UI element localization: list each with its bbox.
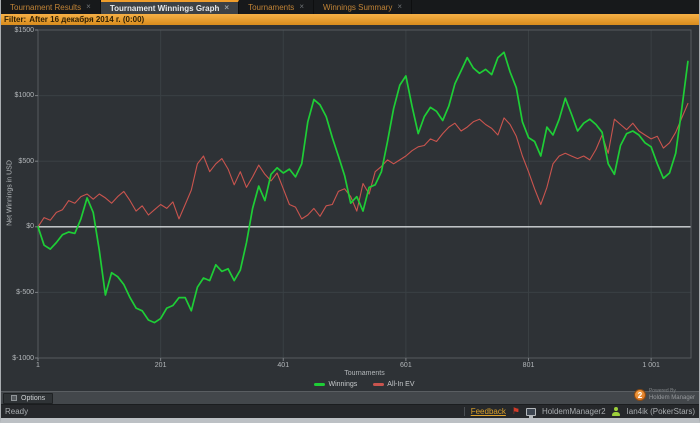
options-bar: Options 2 Powered By Holdem Manager — [1, 388, 699, 404]
filter-label: Filter: — [4, 15, 27, 24]
tab-bar: Tournament Results × Tournament Winnings G… — [1, 0, 699, 14]
person-icon — [612, 407, 621, 416]
status-separator — [463, 407, 465, 416]
tab-close-icon[interactable]: × — [86, 3, 91, 11]
y-tick-label: $-1000 — [12, 354, 34, 362]
tab-close-icon[interactable]: × — [397, 3, 402, 11]
x-tick-label: 401 — [277, 362, 290, 369]
tab-label: Tournament Results — [10, 2, 82, 12]
options-button-label: Options — [21, 394, 46, 402]
tab-label: Winnings Summary — [322, 2, 393, 12]
account-name: Ian4ik (PokerStars) — [626, 407, 695, 416]
legend-item: Winnings — [314, 381, 357, 388]
legend-item: All-In EV — [373, 381, 415, 388]
powered-by-logo: 2 Powered By Holdem Manager — [633, 388, 695, 402]
feedback-link[interactable]: Feedback — [471, 407, 506, 416]
legend-swatch — [373, 383, 385, 386]
status-bar: Ready Feedback ⚑ HoldemManager2 Ian4ik (… — [1, 404, 699, 418]
filter-bar[interactable]: Filter: After 16 декабря 2014 г. (0:00) — [1, 14, 699, 25]
tab-tournament-results[interactable]: Tournament Results × — [1, 0, 101, 14]
y-tick-label: $1000 — [14, 92, 34, 100]
y-tick-label: $500 — [18, 157, 34, 165]
flag-icon: ⚑ — [511, 406, 520, 416]
tab-close-icon[interactable]: × — [224, 4, 229, 12]
legend-swatch — [314, 383, 326, 386]
chart-panel: Net Winnings in USD Tournaments Winnings… — [1, 25, 699, 391]
hm2-badge-icon: 2 — [633, 389, 646, 402]
status-text: Ready — [5, 407, 29, 416]
legend-label: Winnings — [328, 381, 358, 388]
y-tick-label: $0 — [26, 223, 34, 231]
chart-svg — [35, 29, 692, 361]
tab-tournament-winnings-graph[interactable]: Tournament Winnings Graph × — [100, 0, 240, 14]
hm2-window: Tournament Results × Tournament Winnings G… — [0, 0, 700, 423]
powered-by-line2: Holdem Manager — [648, 394, 695, 401]
legend-label: All-In EV — [387, 381, 415, 388]
tab-winnings-summary[interactable]: Winnings Summary × — [314, 0, 413, 14]
x-tick-label: 201 — [154, 362, 167, 369]
x-tick-label: 1 — [36, 362, 40, 369]
tab-close-icon[interactable]: × — [299, 3, 304, 11]
app-name: HoldemManager2 — [541, 407, 606, 416]
x-axis-title: Tournaments — [344, 370, 385, 377]
x-tick-label: 1 001 — [642, 362, 660, 369]
monitor-icon — [525, 407, 536, 418]
options-panel-icon — [11, 395, 17, 401]
y-tick-label: $-500 — [16, 288, 34, 296]
y-axis-title: Net Winnings in USD — [6, 160, 14, 226]
filter-value: After 16 декабря 2014 г. (0:00) — [29, 15, 145, 24]
options-button[interactable]: Options — [3, 392, 54, 404]
tab-label: Tournaments — [248, 2, 295, 12]
y-tick-label: $1500 — [14, 26, 34, 34]
tab-label: Tournament Winnings Graph — [109, 3, 220, 13]
tab-tournaments[interactable]: Tournaments × — [239, 0, 314, 14]
x-tick-label: 601 — [400, 362, 412, 369]
x-tick-label: 801 — [522, 362, 535, 369]
chart-legend: Winnings All-In EV — [38, 381, 691, 388]
